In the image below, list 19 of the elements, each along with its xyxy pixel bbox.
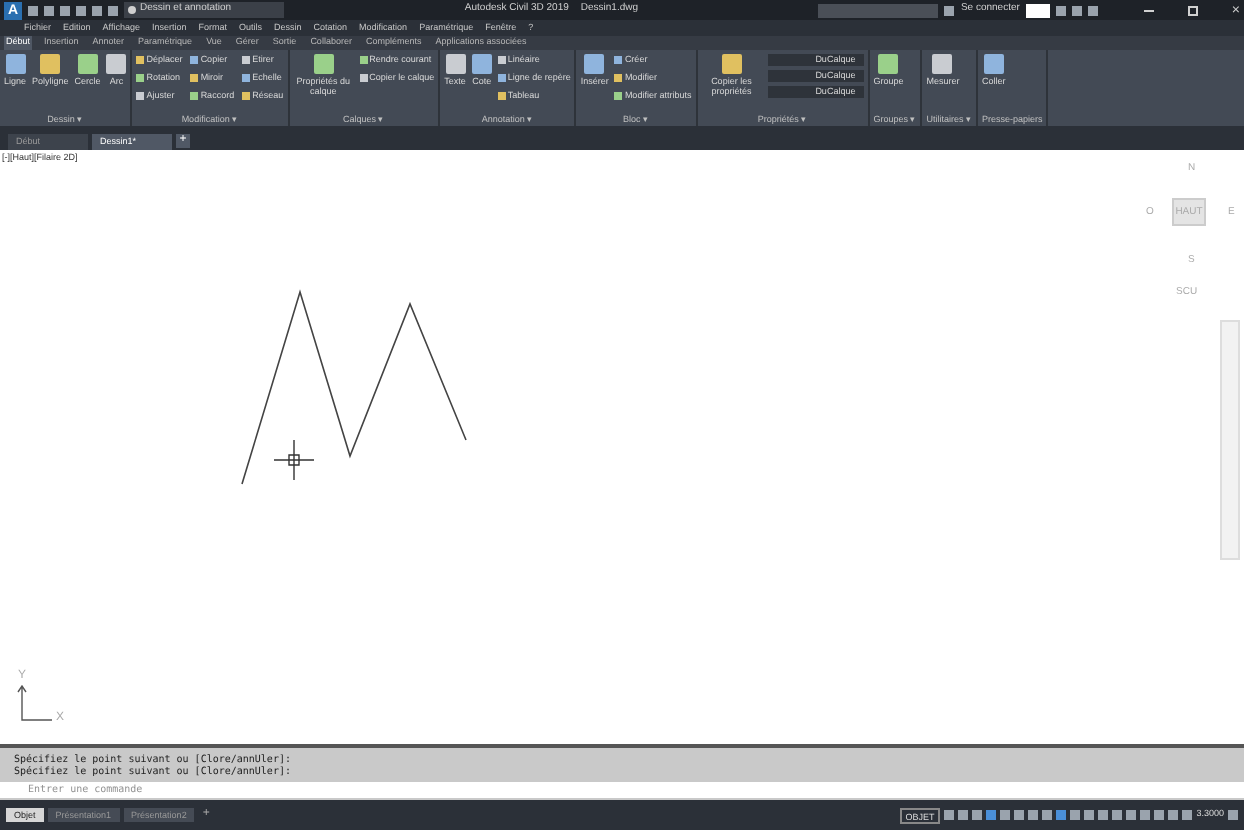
tool-icon bbox=[721, 54, 742, 74]
tool-icon bbox=[445, 54, 465, 74]
tool-icon bbox=[313, 54, 334, 74]
tool-icon bbox=[932, 54, 953, 74]
minimize-icon[interactable] bbox=[1143, 9, 1154, 11]
search-field[interactable] bbox=[818, 3, 939, 17]
tool-icon bbox=[106, 54, 127, 74]
crosshair-cursor bbox=[273, 439, 315, 481]
maximize-icon[interactable] bbox=[1187, 5, 1198, 15]
tool-icon bbox=[878, 54, 899, 74]
tool-icon bbox=[584, 54, 605, 74]
tool-icon bbox=[40, 54, 61, 74]
tool-icon bbox=[5, 54, 25, 74]
tool-icon bbox=[983, 54, 1004, 74]
user-icon[interactable] bbox=[944, 5, 955, 15]
field-box[interactable] bbox=[1025, 3, 1050, 17]
ucs-axes-icon bbox=[17, 684, 53, 721]
tool-icon bbox=[77, 54, 98, 74]
tool-icon bbox=[471, 54, 492, 74]
